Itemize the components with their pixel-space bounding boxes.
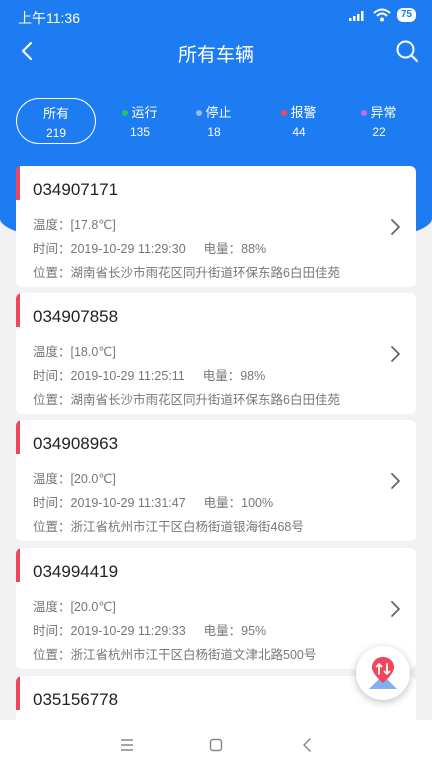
search-icon [396,40,419,63]
vehicle-id: 034908963 [33,434,119,453]
vehicle-power: 电量：88% [203,242,267,256]
vehicle-id: 034907171 [33,180,119,199]
red-dot-icon [281,110,288,116]
filter-alarm[interactable]: 报警 44 [259,98,339,144]
system-back-button[interactable] [295,734,319,756]
chevron-right-icon [391,346,400,362]
alert-indicator [16,166,20,200]
filter-label: 运行 [131,105,158,120]
status-bar: 上午11:36 75 [0,0,432,32]
triangle-back-icon [303,738,311,752]
filter-stopped[interactable]: 停止 18 [174,98,254,144]
vehicle-time-row: 时间：2019-10-29 11:31:47 电量：100% [33,492,273,511]
filter-count: 219 [45,126,67,140]
vehicle-temperature: 温度：[18.0℃] [33,345,116,359]
status-time: 上午11:36 [18,10,80,26]
nav-bar: 所有车辆 [0,32,432,72]
signal-icon [348,11,364,21]
vehicle-id: 034907858 [33,307,119,326]
vehicle-id: 034994419 [33,562,119,581]
vehicle-power: 电量：100% [203,496,274,510]
vehicle-time-row: 时间：2019-10-29 11:29:30 电量：88% [33,238,266,257]
map-fab-button[interactable] [356,646,410,700]
map-marker-sort-icon [369,657,397,689]
vehicle-card[interactable]: 034994419 温度：[20.0℃] 时间：2019-10-29 11:29… [16,548,416,669]
vehicle-card[interactable]: 034907858 温度：[18.0℃] 时间：2019-10-29 11:25… [16,293,416,414]
menu-icon [121,739,133,751]
green-dot-icon [122,110,129,116]
vehicle-id: 035156778 [33,690,119,709]
vehicle-location: 位置：湖南省长沙市雨花区同升街道环保东路6白田佳苑 [33,393,340,407]
vehicle-card[interactable]: 034908963 温度：[20.0℃] 时间：2019-10-29 11:31… [16,420,416,541]
vehicle-card[interactable]: 034907171 温度：[17.8℃] 时间：2019-10-29 11:29… [16,166,416,287]
vehicle-location: 位置：浙江省杭州市江干区白杨街道银海街468号 [33,520,304,534]
filter-count: 44 [292,125,306,139]
filter-label: 报警 [290,105,317,120]
home-square-icon [209,738,223,752]
filter-label: 异常 [370,105,397,120]
vehicle-temperature: 温度：[20.0℃] [33,472,116,486]
battery-icon: 75 [396,8,416,22]
system-nav-bar [0,720,432,768]
filter-label: 停止 [205,105,232,120]
filter-label: 所有 [42,106,69,121]
vehicle-power: 电量：95% [203,624,267,638]
vehicle-time-row: 时间：2019-10-29 11:25:11 电量：98% [33,365,265,384]
status-filter-bar: 所有 219 运行 135 停止 18 报警 44 异常 22 [0,98,432,146]
vehicle-temperature: 温度：[20.0℃] [33,600,116,614]
purple-dot-icon [361,110,368,116]
home-button[interactable] [204,734,228,756]
vehicle-time: 时间：2019-10-29 11:25:11 [33,369,185,383]
search-button[interactable] [392,36,422,66]
vehicle-time: 时间：2019-10-29 11:31:47 [33,496,186,510]
vehicle-power: 电量：98% [202,369,266,383]
alert-indicator [16,676,20,710]
vehicle-time: 时间：2019-10-29 11:29:33 [33,624,186,638]
chevron-right-icon [391,219,400,235]
wifi-icon [373,8,391,22]
vehicle-location: 位置：浙江省杭州市江干区白杨街道文津北路500号 [33,648,317,662]
vehicle-location: 位置：湖南省长沙市雨花区同升街道环保东路6白田佳苑 [33,266,340,280]
alert-indicator [16,293,20,327]
filter-running[interactable]: 运行 135 [100,98,180,144]
alert-indicator [16,548,20,582]
filter-abnormal[interactable]: 异常 22 [339,98,419,144]
filter-all[interactable]: 所有 219 [16,98,96,144]
vehicle-time: 时间：2019-10-29 11:29:30 [33,242,186,256]
filter-count: 22 [372,125,386,139]
menu-button[interactable] [115,734,139,756]
filter-count: 135 [129,125,151,139]
alert-indicator [16,420,20,454]
chevron-right-icon [391,473,400,489]
chevron-right-icon [391,601,400,617]
gray-dot-icon [196,110,203,116]
vehicle-time-row: 时间：2019-10-29 11:29:33 电量：95% [33,620,266,639]
status-icons: 75 [348,8,416,22]
vehicle-temperature: 温度：[17.8℃] [33,218,116,232]
filter-count: 18 [207,125,221,139]
page-title: 所有车辆 [177,45,254,66]
